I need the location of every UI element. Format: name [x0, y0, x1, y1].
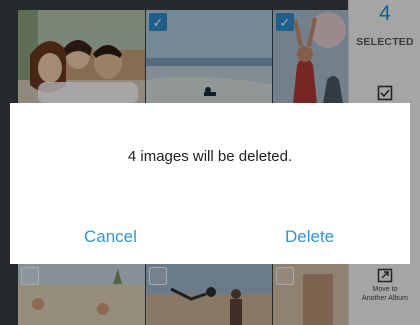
cancel-button[interactable]: Cancel — [84, 227, 137, 247]
dialog-message: 4 images will be deleted. — [127, 148, 293, 165]
delete-button[interactable]: Delete — [285, 227, 334, 247]
delete-confirm-dialog: 4 images will be deleted. Cancel Delete — [10, 103, 410, 264]
